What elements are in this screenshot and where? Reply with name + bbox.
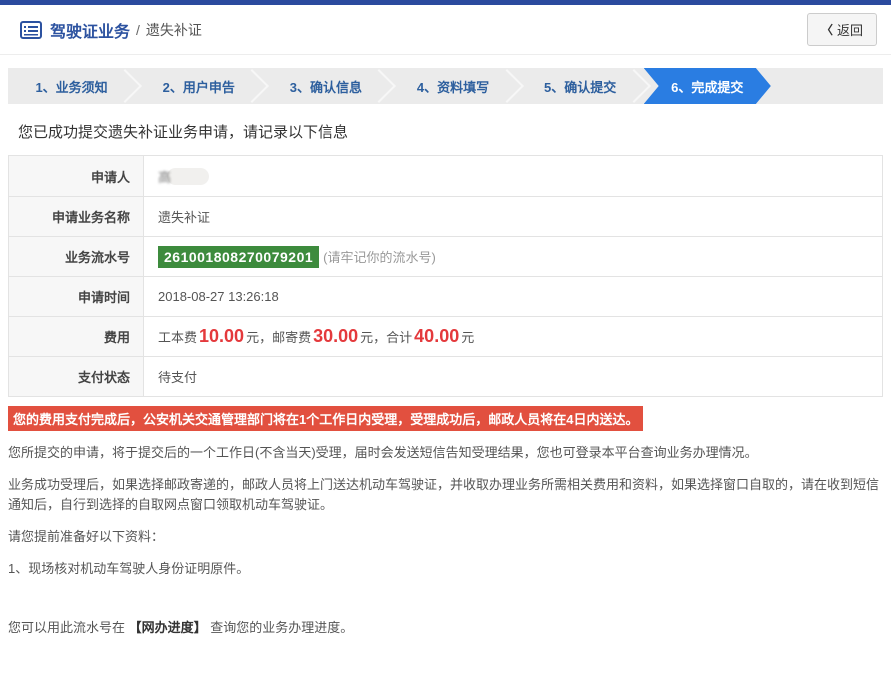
table-row-applicant: 申请人 高: [9, 156, 882, 196]
application-info-table: 申请人 高 申请业务名称 遗失补证 业务流水号 2610018082700792…: [8, 155, 883, 397]
table-row-fee: 费用 工本费 10.00 元， 邮寄费 30.00 元， 合计 40.00 元: [9, 316, 882, 356]
page-header: 驾驶证业务 / 遗失补证 〈 返回: [0, 5, 891, 55]
chevron-left-icon: 〈: [821, 21, 833, 38]
progress-hint-after: 查询您的业务办理进度。: [210, 620, 353, 635]
success-message: 您已成功提交遗失补证业务申请，请记录以下信息: [18, 121, 891, 142]
serial-number-badge: 261001808270079201: [158, 246, 319, 268]
progress-hint-before: 您可以用此流水号在: [8, 620, 125, 635]
breadcrumb-separator: /: [136, 22, 140, 38]
table-row-payment-status: 支付状态 待支付: [9, 356, 882, 396]
step-6-complete-submit[interactable]: 6、完成提交: [644, 68, 771, 104]
online-progress-link[interactable]: 【网办进度】: [129, 620, 207, 635]
header-back-button[interactable]: 〈 返回: [807, 13, 877, 46]
page-title: 驾驶证业务: [50, 18, 130, 42]
applicant-name-redacted: 高: [158, 167, 171, 186]
row-value: 261001808270079201 (请牢记你的流水号): [144, 237, 882, 276]
fee-detail: 工本费 10.00 元， 邮寄费 30.00 元， 合计 40.00 元: [144, 317, 882, 356]
row-label: 申请人: [9, 156, 144, 196]
payment-notice-banner: 您的费用支付完成后，公安机关交通管理部门将在1个工作日内受理，受理成功后，邮政人…: [8, 406, 891, 431]
step-4-fill-materials[interactable]: 4、资料填写: [389, 68, 516, 104]
payment-status-value: 待支付: [144, 357, 882, 396]
fee-amount-postage: 30.00: [313, 326, 358, 347]
row-label: 支付状态: [9, 357, 144, 396]
fee-unit: 元，: [246, 327, 272, 346]
serial-number-note: (请牢记你的流水号): [323, 247, 436, 266]
row-value: 遗失补证: [144, 197, 882, 236]
instruction-paragraph: 1、现场核对机动车驾驶人身份证明原件。: [8, 559, 883, 579]
instruction-paragraph: 请您提前准备好以下资料：: [8, 527, 883, 547]
step-3-confirm-info[interactable]: 3、确认信息: [262, 68, 389, 104]
fee-unit: 元: [461, 327, 474, 346]
row-value: 高: [144, 156, 882, 196]
table-row-apply-time: 申请时间 2018-08-27 13:26:18: [9, 276, 882, 316]
step-5-confirm-submit[interactable]: 5、确认提交: [517, 68, 644, 104]
instructions: 您所提交的申请，将于提交后的一个工作日(不含当天)受理，届时会发送短信告知受理结…: [8, 443, 883, 579]
step-2-user-declaration[interactable]: 2、用户申告: [135, 68, 262, 104]
progress-query-hint: 您可以用此流水号在 【网办进度】 查询您的业务办理进度。: [8, 617, 883, 636]
fee-label-postage: 邮寄费: [272, 327, 311, 346]
row-label: 申请业务名称: [9, 197, 144, 236]
breadcrumb-current: 遗失补证: [146, 20, 202, 40]
row-value: 2018-08-27 13:26:18: [144, 277, 882, 316]
step-progress-bar: 1、业务须知 2、用户申告 3、确认信息 4、资料填写 5、确认提交 6、完成提…: [8, 68, 883, 104]
fee-label-production: 工本费: [158, 327, 197, 346]
list-icon: [20, 21, 42, 39]
instruction-paragraph: 业务成功受理后，如果选择邮政寄递的，邮政人员将上门送达机动车驾驶证，并收取办理业…: [8, 475, 883, 515]
payment-notice-text: 您的费用支付完成后，公安机关交通管理部门将在1个工作日内受理，受理成功后，邮政人…: [8, 406, 643, 431]
row-label: 费用: [9, 317, 144, 356]
table-row-business-name: 申请业务名称 遗失补证: [9, 196, 882, 236]
instruction-paragraph: 您所提交的申请，将于提交后的一个工作日(不含当天)受理，届时会发送短信告知受理结…: [8, 443, 883, 463]
row-label: 业务流水号: [9, 237, 144, 276]
fee-label-total: 合计: [386, 327, 412, 346]
fee-unit: 元，: [360, 327, 386, 346]
redaction-blur: [167, 168, 209, 185]
fee-amount-total: 40.00: [414, 326, 459, 347]
step-bar-trailing-space: [756, 68, 883, 104]
row-label: 申请时间: [9, 277, 144, 316]
step-1-business-notes[interactable]: 1、业务须知: [8, 68, 135, 104]
table-row-serial-number: 业务流水号 261001808270079201 (请牢记你的流水号): [9, 236, 882, 276]
fee-amount-production: 10.00: [199, 326, 244, 347]
header-back-label: 返回: [837, 20, 863, 39]
